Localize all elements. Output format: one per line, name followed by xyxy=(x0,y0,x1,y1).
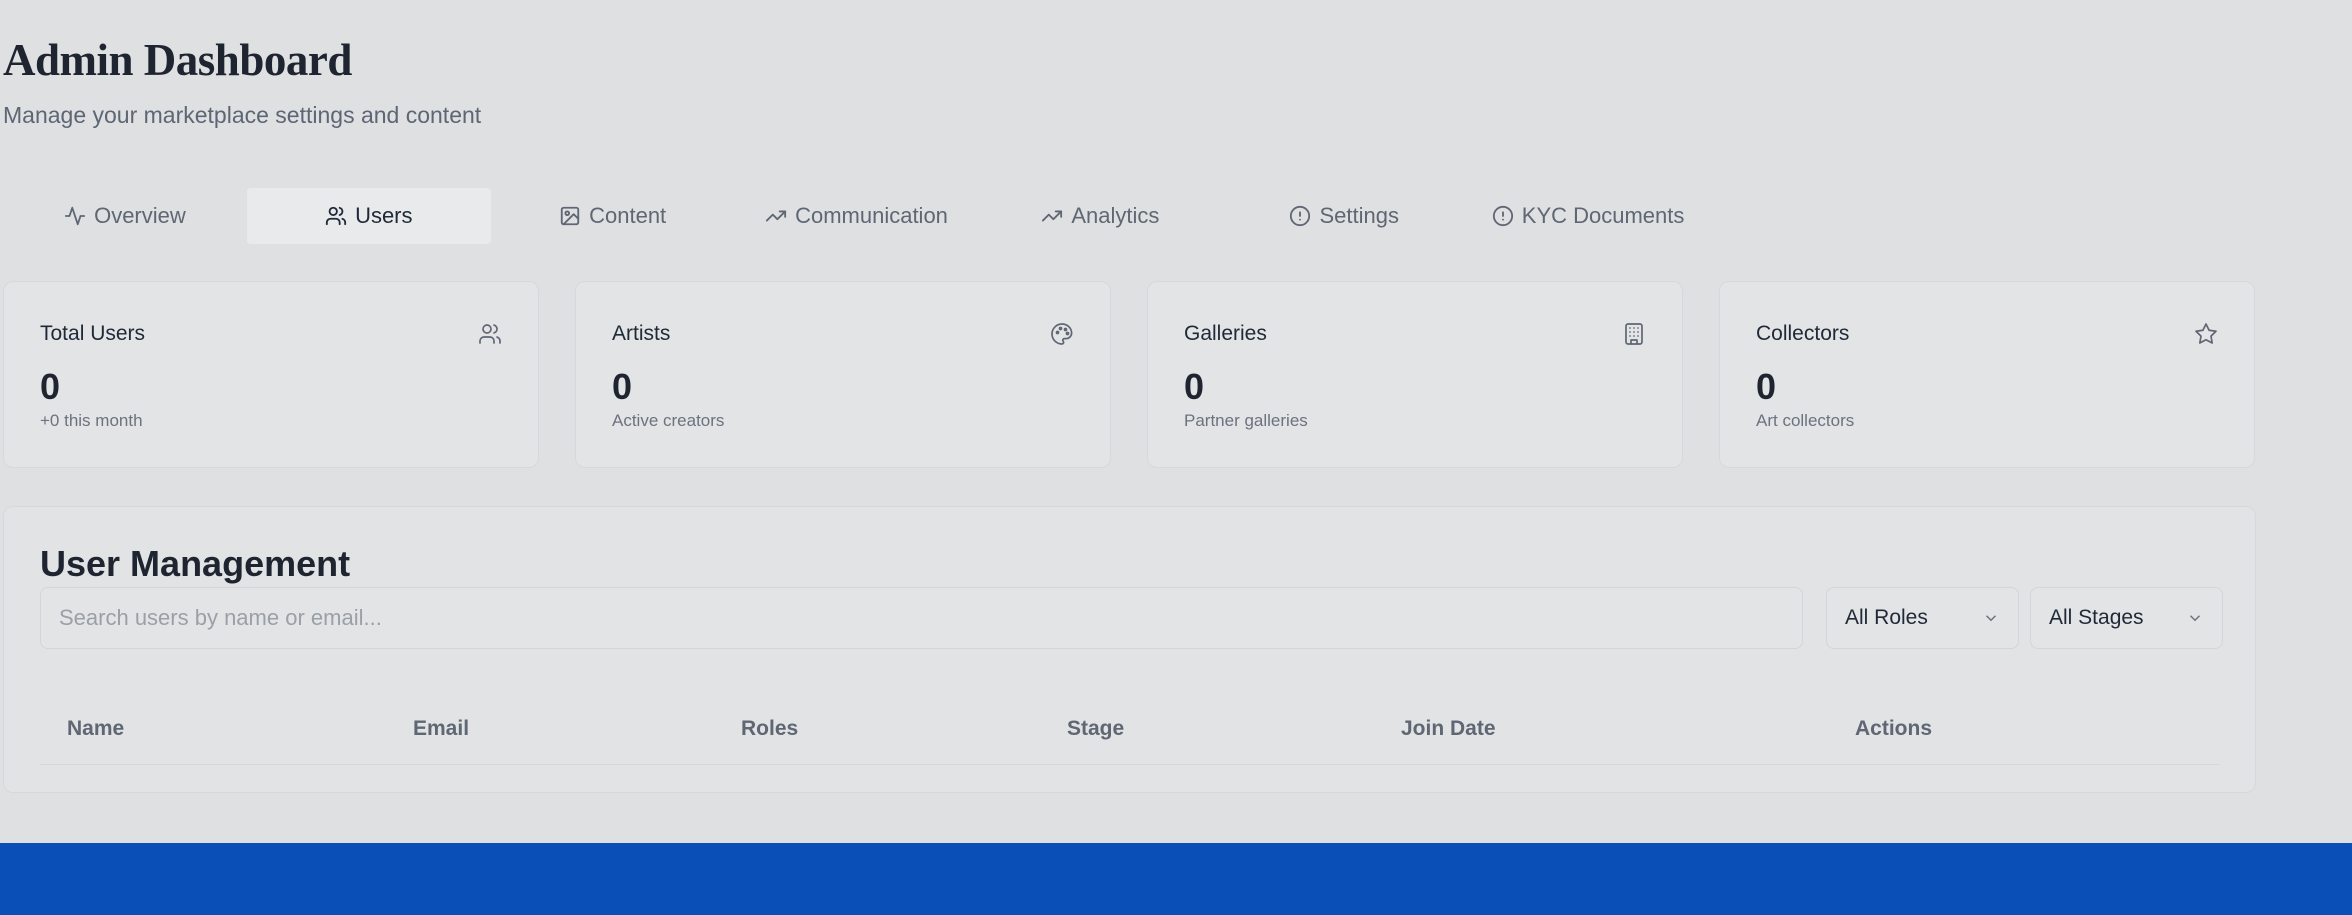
stat-card-artists: Artists 0 Active creators xyxy=(575,281,1111,468)
section-title: User Management xyxy=(40,543,351,584)
stat-subtext: Active creators xyxy=(612,411,725,430)
stat-value: 0 xyxy=(612,366,633,407)
stages-filter-value: All Stages xyxy=(2049,606,2144,629)
tab-users[interactable]: Users xyxy=(246,188,491,244)
page-subtitle: Manage your marketplace settings and con… xyxy=(3,102,482,128)
stat-label: Galleries xyxy=(1184,322,1267,345)
tab-label: Users xyxy=(355,203,413,228)
chevron-down-icon xyxy=(2189,615,2201,622)
stat-label: Collectors xyxy=(1756,322,1850,345)
column-header-email[interactable]: Email xyxy=(413,717,469,741)
tab-label: Analytics xyxy=(1071,203,1160,228)
star-icon xyxy=(2194,322,2218,346)
tab-label: Overview xyxy=(94,203,186,228)
stat-label: Artists xyxy=(612,322,671,345)
search-input[interactable] xyxy=(40,587,1803,649)
image-icon xyxy=(560,206,580,226)
footer-bar xyxy=(0,843,2352,915)
users-icon xyxy=(325,206,347,226)
page-title: Admin Dashboard xyxy=(3,35,352,85)
building-icon xyxy=(1622,322,1646,346)
stat-card-total-users: Total Users 0 +0 this month xyxy=(3,281,539,468)
tab-label: Settings xyxy=(1319,203,1399,228)
alert-circle-icon xyxy=(1290,205,1311,227)
tab-bar: Overview Users Content Communication Ana… xyxy=(3,188,1710,244)
tab-analytics[interactable]: Analytics xyxy=(978,188,1222,244)
stat-value: 0 xyxy=(1756,366,1777,407)
stat-value: 0 xyxy=(40,366,61,407)
activity-icon xyxy=(64,206,86,226)
users-table-header: Name Email Roles Stage Join Date Actions xyxy=(40,687,2220,765)
tab-communication[interactable]: Communication xyxy=(735,188,979,244)
stat-subtext: Partner galleries xyxy=(1184,411,1308,430)
column-header-name[interactable]: Name xyxy=(67,717,124,741)
tab-overview[interactable]: Overview xyxy=(3,188,247,244)
column-header-roles[interactable]: Roles xyxy=(741,717,798,741)
stages-filter-select[interactable]: All Stages xyxy=(2030,587,2223,649)
stat-value: 0 xyxy=(1184,366,1205,407)
stats-cards: Total Users 0 +0 this month Artists 0 Ac… xyxy=(3,281,2255,468)
palette-icon xyxy=(1050,322,1074,346)
column-header-join-date[interactable]: Join Date xyxy=(1401,717,1496,741)
column-header-stage[interactable]: Stage xyxy=(1067,717,1124,741)
tab-label: Communication xyxy=(795,203,948,228)
tab-label: Content xyxy=(589,203,667,228)
trending-up-icon xyxy=(1042,210,1063,222)
column-header-actions: Actions xyxy=(1855,717,1933,740)
user-management-panel: User Management All Roles All Stages Nam… xyxy=(3,506,2256,793)
alert-circle-icon xyxy=(1492,205,1513,227)
stat-label: Total Users xyxy=(40,322,146,345)
users-icon xyxy=(478,322,502,346)
tab-content[interactable]: Content xyxy=(491,188,735,244)
tab-settings[interactable]: Settings xyxy=(1222,188,1466,244)
page-header: Admin Dashboard Manage your marketplace … xyxy=(3,34,481,129)
roles-filter-select[interactable]: All Roles xyxy=(1826,587,2019,649)
stat-subtext: Art collectors xyxy=(1756,411,1855,430)
stat-subtext: +0 this month xyxy=(40,411,143,430)
trending-up-icon xyxy=(765,210,787,222)
tab-kyc-documents[interactable]: KYC Documents xyxy=(1466,188,1710,244)
tab-label: KYC Documents xyxy=(1521,203,1685,228)
stat-card-galleries: Galleries 0 Partner galleries xyxy=(1147,281,1683,468)
roles-filter-value: All Roles xyxy=(1845,606,1928,629)
stat-card-collectors: Collectors 0 Art collectors xyxy=(1719,281,2255,468)
chevron-down-icon xyxy=(1985,615,1997,622)
